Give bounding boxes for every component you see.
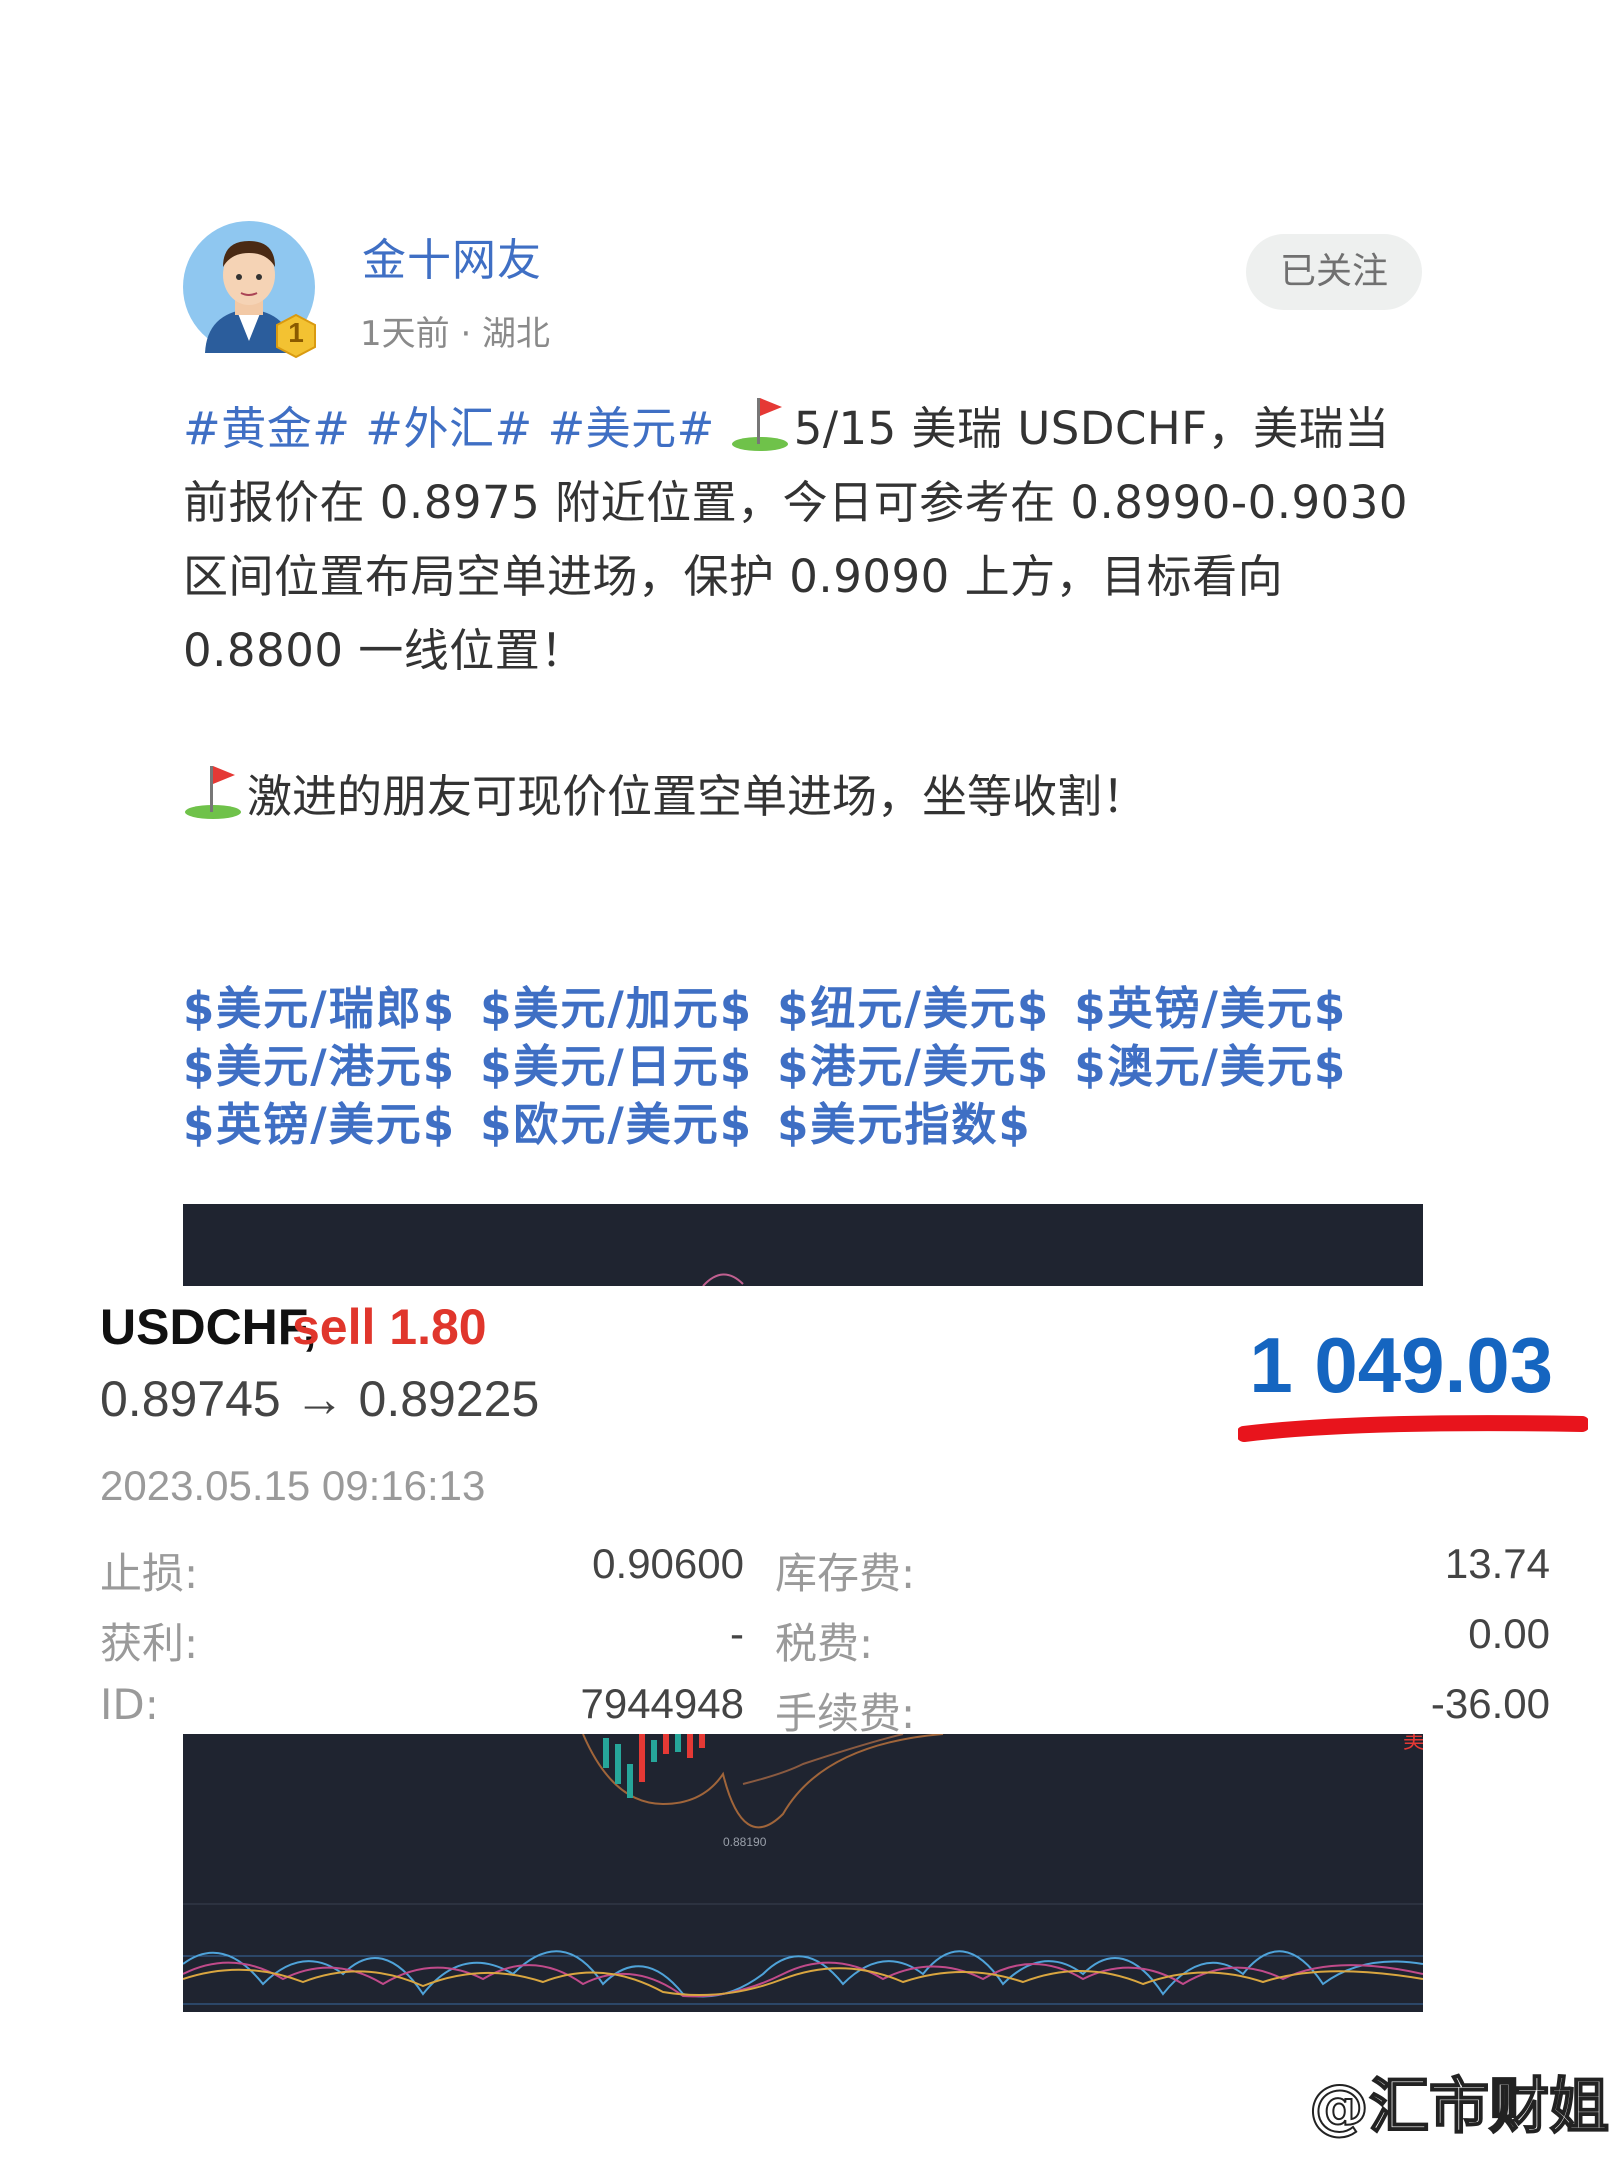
trade-side: sell 1.80 bbox=[292, 1299, 487, 1355]
level-badge: 1 bbox=[275, 313, 317, 359]
take-profit-label: 获利: bbox=[100, 1619, 199, 1668]
trade-profit: 1 049.03 bbox=[1249, 1321, 1553, 1409]
candles bbox=[603, 1734, 705, 1798]
commission-value: -36.00 bbox=[1430, 1680, 1550, 1727]
symbol-tag[interactable]: $美元/日元$ bbox=[480, 1040, 753, 1093]
symbol-tag[interactable]: $美元指数$ bbox=[777, 1098, 1032, 1151]
order-id-value: 7944948 bbox=[580, 1680, 744, 1727]
candlestick-chart: 0.88190 美 bbox=[182, 1729, 1425, 2005]
symbol-tag[interactable]: $纽元/美元$ bbox=[777, 982, 1050, 1035]
trade-symbol: USDCHF, bbox=[100, 1299, 317, 1355]
stop-loss-label: 止损: bbox=[100, 1549, 199, 1598]
symbol-tag[interactable]: $美元/瑞郎$ bbox=[183, 982, 456, 1035]
symbol-tag[interactable]: $港元/美元$ bbox=[777, 1040, 1050, 1093]
chart-price-label: 0.88190 bbox=[723, 1835, 767, 1849]
golf-flag-icon bbox=[185, 766, 241, 819]
swap-label: 库存费: bbox=[775, 1549, 916, 1598]
take-profit-value: - bbox=[730, 1610, 744, 1657]
follow-button[interactable]: 已关注 bbox=[1246, 234, 1422, 310]
trade-prices: 0.89745 → 0.89225 bbox=[100, 1371, 540, 1427]
username[interactable]: 金十网友 bbox=[362, 224, 542, 288]
tax-label: 税费: bbox=[775, 1619, 874, 1668]
chart-image-top[interactable] bbox=[183, 1204, 1423, 1287]
hashtag-usd[interactable]: #美元# bbox=[547, 402, 714, 455]
red-underline-annotation bbox=[1238, 1415, 1588, 1442]
symbol-tag[interactable]: $美元/加元$ bbox=[480, 982, 753, 1035]
symbol-tag[interactable]: $欧元/美元$ bbox=[480, 1098, 753, 1151]
watermark: @汇市财姐 bbox=[1308, 2071, 1610, 2143]
trade-timestamp: 2023.05.15 09:16:13 bbox=[100, 1462, 486, 1509]
tax-value: 0.00 bbox=[1468, 1610, 1550, 1657]
symbol-tag[interactable]: $美元/港元$ bbox=[183, 1040, 456, 1093]
chart-image-bottom[interactable]: 0.88190 美 bbox=[182, 1729, 1425, 2012]
post-paragraph-2: 激进的朋友可现价位置空单进场，坐等收割！ bbox=[183, 760, 1147, 825]
post-meta: 1天前 · 湖北 bbox=[360, 314, 551, 354]
swap-value: 13.74 bbox=[1444, 1540, 1550, 1587]
symbol-tag[interactable]: $英镑/美元$ bbox=[1074, 982, 1347, 1035]
avatar[interactable]: 1 bbox=[183, 221, 316, 359]
symbol-tag-list: $美元/瑞郎$ $美元/加元$ $纽元/美元$ $英镑/美元$ $美元/港元$ $美元/… bbox=[183, 980, 1443, 1154]
post-text-line2: 激进的朋友可现价位置空单进场，坐等收割！ bbox=[247, 770, 1148, 823]
badge-number: 1 bbox=[288, 317, 304, 348]
commission-label: 手续费: bbox=[775, 1689, 916, 1738]
golf-flag-icon bbox=[731, 398, 788, 451]
hashtag-forex[interactable]: #外汇# bbox=[365, 402, 532, 455]
stop-loss-value: 0.90600 bbox=[592, 1540, 744, 1587]
hashtag-gold[interactable]: #黄金# bbox=[183, 402, 350, 455]
chart-indicator-line bbox=[702, 1273, 744, 1287]
symbol-tag[interactable]: $澳元/美元$ bbox=[1074, 1040, 1347, 1093]
post-body: #黄金# #外汇# #美元# 5/15 美瑞 USDCHF，美瑞当前报价在 0.… bbox=[183, 392, 1413, 688]
chart-corner-label: 美 bbox=[1403, 1734, 1423, 1754]
order-id-label: ID: bbox=[100, 1680, 159, 1729]
symbol-tag[interactable]: $英镑/美元$ bbox=[183, 1098, 456, 1151]
